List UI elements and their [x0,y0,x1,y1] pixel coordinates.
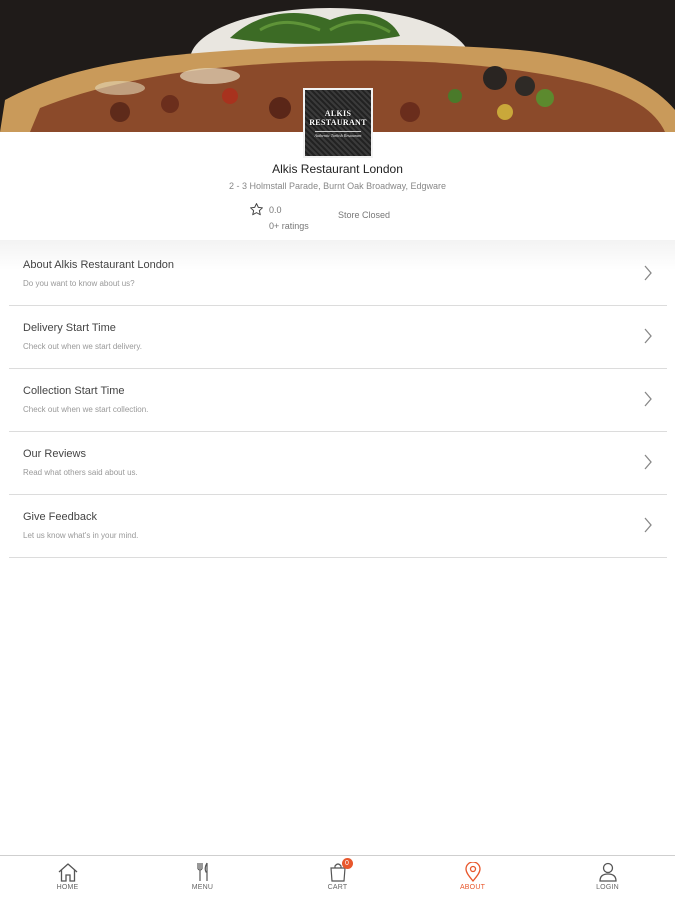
list-item-subtitle: Let us know what's in your mind. [23,531,139,540]
user-icon [598,862,617,882]
chevron-right-icon [644,265,652,281]
about-options-list: About Alkis Restaurant London Do you wan… [9,243,667,558]
rating-block: 0.0 0+ ratings [249,202,329,234]
list-item-title: Delivery Start Time [23,322,116,334]
star-icon [250,203,263,216]
list-item-title: Our Reviews [23,448,86,460]
list-item-subtitle: Read what others said about us. [23,468,138,477]
restaurant-logo: ALKIS RESTAURANT Authentic Turkish Resta… [303,88,373,158]
nav-cart-label: CART [327,884,348,891]
nav-menu-label: MENU [191,884,214,891]
nav-login[interactable]: LOGIN [540,856,675,901]
chevron-right-icon [644,328,652,344]
logo-tagline: Authentic Turkish Restaurant [314,130,362,138]
nav-about[interactable]: ABOUT [405,856,540,901]
restaurant-name: Alkis Restaurant London [272,162,403,176]
list-item-collection-start-time[interactable]: Collection Start Time Check out when we … [9,369,667,432]
logo-line-2: RESTAURANT [309,117,367,127]
list-item-title: About Alkis Restaurant London [23,259,175,271]
list-item-about[interactable]: About Alkis Restaurant London Do you wan… [9,243,667,306]
list-item-subtitle: Do you want to know about us? [23,279,135,288]
chevron-right-icon [644,517,652,533]
logo-line-1: ALKIS [324,108,352,118]
nav-home[interactable]: HOME [0,856,135,901]
home-icon [58,863,77,882]
chevron-right-icon [644,454,652,470]
fork-knife-icon [196,862,208,881]
list-item-subtitle: Check out when we start collection. [23,405,149,414]
store-status: Store Closed [338,210,391,220]
list-item-give-feedback[interactable]: Give Feedback Let us know what's in your… [9,495,667,558]
location-pin-icon [464,862,481,882]
list-item-subtitle: Check out when we start delivery. [23,342,143,351]
restaurant-address: 2 - 3 Holmstall Parade, Burnt Oak Broadw… [229,181,446,191]
list-item-title: Give Feedback [23,511,97,523]
nav-cart[interactable]: 0 CART [270,856,405,901]
nav-home-label: HOME [56,884,79,891]
list-item-our-reviews[interactable]: Our Reviews Read what others said about … [9,432,667,495]
list-item-delivery-start-time[interactable]: Delivery Start Time Check out when we st… [9,306,667,369]
bottom-navigation: HOME MENU 0 CART ABOUT LOGIN [0,855,675,901]
cart-count-badge: 0 [341,858,353,869]
list-item-title: Collection Start Time [23,385,125,397]
nav-about-label: ABOUT [459,884,486,891]
chevron-right-icon [644,391,652,407]
rating-count: 0+ ratings [269,221,309,231]
nav-menu[interactable]: MENU [135,856,270,901]
nav-login-label: LOGIN [596,884,619,891]
rating-value: 0.0 [269,205,282,215]
